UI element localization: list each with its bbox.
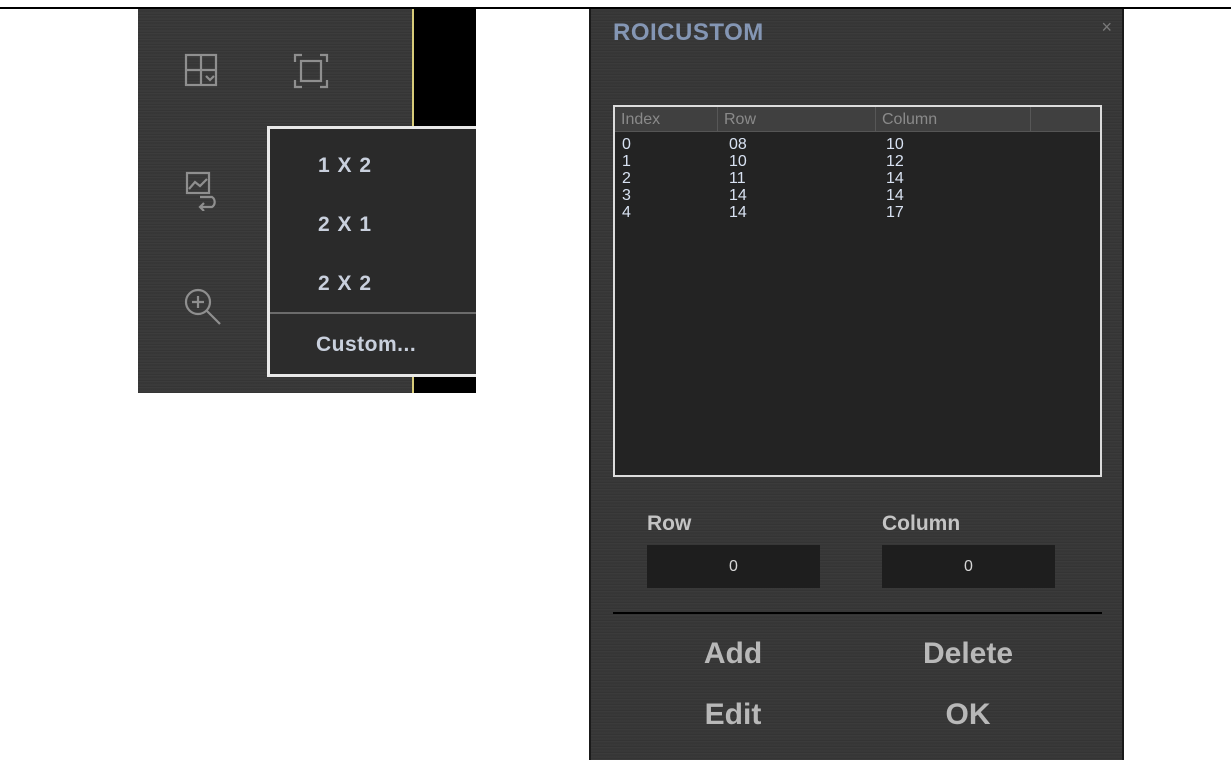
cell-row: 11 (729, 170, 746, 187)
cell-column: 17 (886, 204, 904, 221)
list-row[interactable]: 0 08 10 (615, 136, 1100, 153)
cell-index: 0 (622, 136, 631, 153)
cell-index: 1 (622, 153, 631, 170)
menu-item-1x2[interactable]: 1 X 2 (318, 151, 372, 181)
dialog-divider (613, 612, 1102, 614)
cell-index: 2 (622, 170, 631, 187)
menu-item-custom[interactable]: Custom... (316, 330, 416, 360)
list-row[interactable]: 1 10 12 (615, 153, 1100, 170)
column-label: Column (882, 512, 961, 535)
cell-row: 14 (729, 187, 747, 204)
edit-button[interactable]: Edit (643, 695, 823, 735)
menu-item-2x2[interactable]: 2 X 2 (318, 269, 372, 299)
cell-index: 3 (622, 187, 631, 204)
cell-row: 08 (729, 136, 747, 153)
toolbar-panel: 1 X 2 2 X 1 2 X 2 Custom... (138, 9, 476, 393)
column-header-filler (1031, 107, 1100, 131)
ok-button[interactable]: OK (878, 695, 1058, 735)
list-row[interactable]: 2 11 14 (615, 170, 1100, 187)
list-header: Index Row Column (615, 107, 1100, 132)
row-input[interactable] (647, 545, 820, 588)
row-label: Row (647, 512, 692, 535)
layout-grid-icon[interactable] (180, 49, 224, 93)
close-icon[interactable]: × (1101, 17, 1112, 38)
roicustom-dialog: ROICUSTOM × Index Row Column 0 08 10 1 1… (589, 9, 1124, 760)
list-row[interactable]: 3 14 14 (615, 187, 1100, 204)
cell-column: 14 (886, 170, 904, 187)
layout-popup-menu: 1 X 2 2 X 1 2 X 2 Custom... (267, 126, 476, 377)
column-header-index[interactable]: Index (615, 107, 718, 131)
dialog-title: ROICUSTOM (613, 19, 764, 46)
column-header-column[interactable]: Column (876, 107, 1031, 131)
cell-row: 14 (729, 204, 747, 221)
fullscreen-icon[interactable] (289, 49, 333, 93)
cell-column: 12 (886, 153, 904, 170)
list-row[interactable]: 4 14 17 (615, 204, 1100, 221)
add-button[interactable]: Add (643, 634, 823, 674)
image-swap-icon[interactable] (180, 167, 224, 211)
roi-list[interactable]: Index Row Column 0 08 10 1 10 12 2 11 14… (613, 105, 1102, 477)
cell-column: 10 (886, 136, 904, 153)
cell-column: 14 (886, 187, 904, 204)
cell-index: 4 (622, 204, 631, 221)
column-header-row[interactable]: Row (718, 107, 876, 131)
delete-button[interactable]: Delete (878, 634, 1058, 674)
cell-row: 10 (729, 153, 747, 170)
menu-item-2x1[interactable]: 2 X 1 (318, 210, 372, 240)
column-input[interactable] (882, 545, 1055, 588)
zoom-in-icon[interactable] (180, 284, 224, 328)
